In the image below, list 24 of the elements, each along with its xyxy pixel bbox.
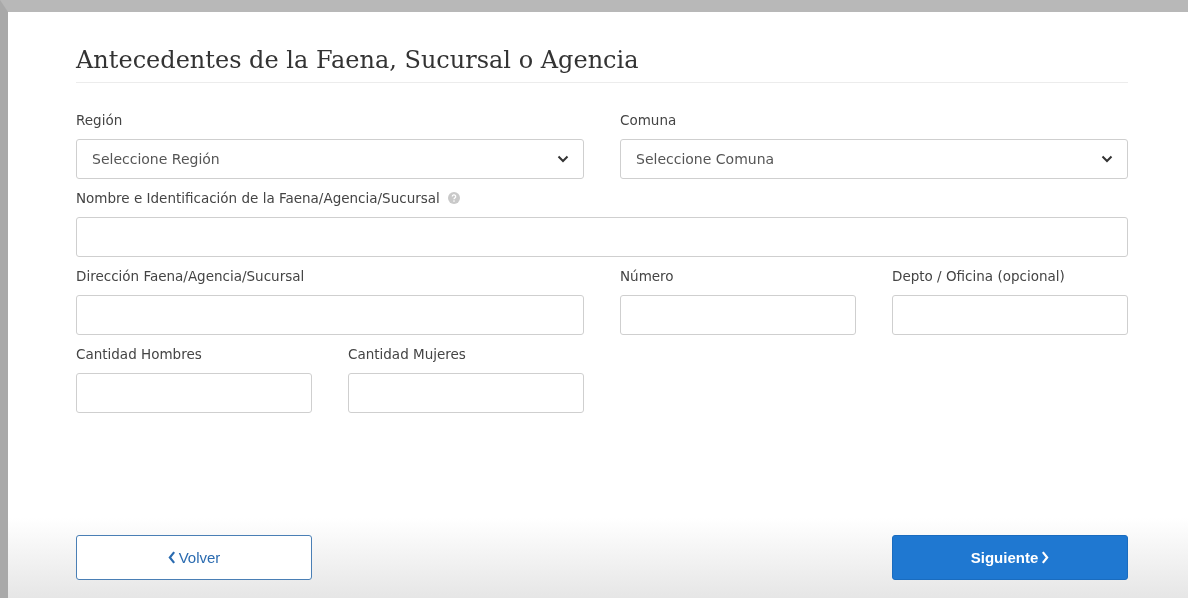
next-button[interactable]: Siguiente [892,535,1128,580]
dropdown[interactable]: Seleccione Región [76,139,584,179]
section-heading: Antecedentes de la Faena, Sucursal o Agencia [76,46,1128,83]
input-field[interactable] [76,295,584,335]
field-label: Dirección Faena/Agencia/Sucursal [76,268,305,284]
back-button[interactable]: Volver [76,535,312,580]
field-label: Cantidad Mujeres [348,346,466,362]
chevron-left-icon [167,551,176,564]
chevron-right-icon [1041,551,1050,564]
field-label: Depto / Oficina (opcional) [892,268,1065,284]
input-field[interactable] [620,295,856,335]
input-field[interactable] [892,295,1128,335]
input-field[interactable] [76,373,312,413]
field-label: Región [76,112,123,128]
field-label: Número [620,268,674,284]
help-icon[interactable] [447,192,460,204]
chevron-down-icon [557,155,569,163]
input-field[interactable] [348,373,584,413]
chevron-down-icon [1101,155,1113,163]
field-label: Nombre e Identificación de la Faena/Agencia/Sucursal [76,190,440,206]
dropdown[interactable]: Seleccione Comuna [620,139,1128,179]
input-field[interactable] [76,217,1128,257]
field-label: Cantidad Hombres [76,346,202,362]
field-label: Comuna [620,112,677,128]
